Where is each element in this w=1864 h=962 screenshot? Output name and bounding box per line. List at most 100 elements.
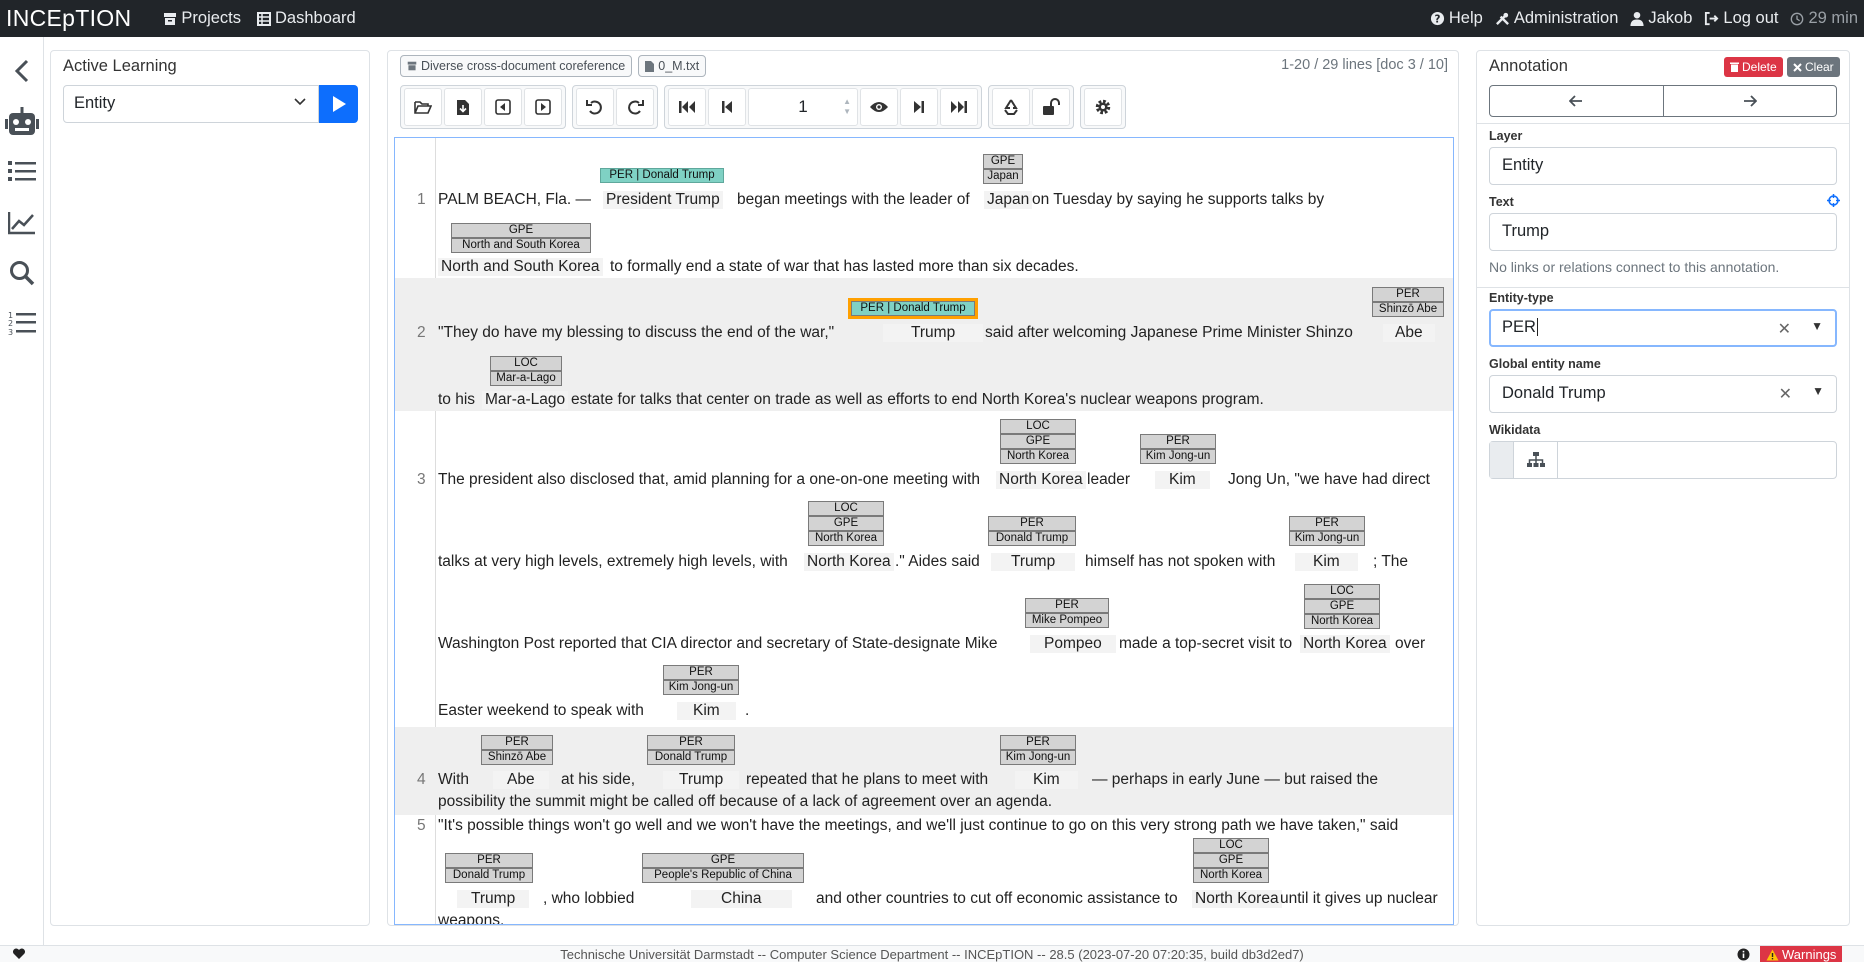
clear-entity-type-icon[interactable]: ✕ — [1778, 319, 1791, 339]
text-token[interactable]: began meetings with the leader of — [737, 191, 970, 209]
entity-name-label[interactable]: North Korea — [808, 531, 884, 546]
collapse-sidebar-button[interactable] — [6, 55, 38, 87]
entity-name-label[interactable]: Kim Jong-un — [663, 680, 739, 695]
entity-label[interactable]: PER | Donald Trump — [600, 168, 724, 183]
entity-type-label[interactable]: PER — [445, 853, 533, 868]
entity-name-label[interactable]: Mike Pompeo — [1025, 613, 1109, 628]
entity-type-label[interactable]: LOC — [1304, 584, 1380, 599]
annotation-editor[interactable]: 1 PER | Donald Trump GPE Japan PALM BEAC… — [394, 137, 1454, 925]
entity-type-input[interactable]: PER ✕ ▼ — [1489, 309, 1837, 347]
entity-type-label[interactable]: GPE — [1304, 599, 1380, 614]
entity-name-label[interactable]: Kim Jong-un — [1289, 531, 1365, 546]
entity-type-label[interactable]: PER — [1025, 598, 1109, 613]
warnings-button[interactable]: Warnings — [1760, 946, 1843, 962]
entity-span[interactable]: North Korea — [996, 471, 1086, 489]
previous-page-button[interactable] — [708, 88, 746, 126]
entity-span[interactable]: President Trump — [603, 191, 723, 209]
text-token[interactable]: over — [1395, 635, 1425, 653]
text-token[interactable]: leader — [1087, 471, 1130, 489]
entity-type-label[interactable]: PER — [647, 735, 735, 750]
text-token[interactable]: Easter weekend to speak with — [438, 702, 644, 720]
entity-name-label[interactable]: Donald Trump — [988, 531, 1076, 546]
entity-span[interactable]: China — [691, 890, 792, 908]
wikidata-browse-button[interactable] — [1514, 442, 1558, 478]
entity-name-label[interactable]: North Korea — [1193, 868, 1269, 883]
entity-type-label[interactable]: LOC — [808, 501, 884, 516]
entity-name-label[interactable]: North Korea — [1304, 614, 1380, 629]
entity-span[interactable]: Pompeo — [1030, 635, 1116, 653]
info-icon[interactable] — [1737, 948, 1750, 961]
text-token[interactable]: until it gives up nuclear — [1280, 890, 1438, 908]
nav-dashboard[interactable]: Dashboard — [257, 9, 356, 28]
start-learning-button[interactable] — [319, 85, 358, 123]
entity-span[interactable]: Abe — [493, 771, 549, 789]
nav-administration[interactable]: Administration — [1495, 9, 1618, 28]
entity-type-label[interactable]: GPE — [642, 853, 804, 868]
entity-span[interactable]: Trump — [883, 324, 984, 342]
entity-span[interactable]: North Korea — [1300, 635, 1390, 653]
entity-type-label[interactable]: PER — [1000, 735, 1076, 750]
settings-button[interactable] — [1084, 88, 1122, 126]
entity-type-label[interactable]: LOC — [1193, 838, 1269, 853]
previous-document-button[interactable] — [484, 88, 522, 126]
document-badge[interactable]: 0_M.txt — [638, 55, 707, 77]
open-document-button[interactable] — [404, 88, 442, 126]
entity-name-label[interactable]: Shinzō Abe — [481, 750, 553, 765]
text-token[interactable]: and other countries to cut off economic … — [816, 890, 1178, 908]
entity-type-label[interactable]: PER — [1372, 287, 1444, 302]
annotations-list-tab[interactable] — [6, 155, 38, 187]
entity-span[interactable]: Trump — [663, 771, 740, 789]
nav-projects[interactable]: Projects — [163, 9, 241, 28]
global-entity-name-input[interactable]: Donald Trump ✕ ▼ — [1489, 375, 1837, 413]
entity-name-label[interactable]: Donald Trump — [445, 868, 533, 883]
reset-document-button[interactable] — [992, 88, 1030, 126]
nav-help[interactable]: ? Help — [1430, 9, 1483, 28]
text-token[interactable]: . — [745, 702, 749, 720]
entity-span[interactable]: North and South Korea — [438, 258, 603, 276]
nav-user[interactable]: Jakob — [1630, 9, 1692, 28]
entity-name-label[interactable]: Japan — [983, 169, 1023, 184]
clear-global-name-icon[interactable]: ✕ — [1779, 384, 1792, 404]
entity-type-label[interactable]: GPE — [451, 223, 591, 238]
dropdown-caret-icon[interactable]: ▼ — [1812, 384, 1824, 398]
entity-type-label[interactable]: PER — [1140, 434, 1216, 449]
text-token[interactable]: repeated that he plans to meet with — [746, 771, 988, 789]
entity-name-label[interactable]: Shinzō Abe — [1372, 302, 1444, 317]
entity-span[interactable]: Japan — [984, 191, 1033, 209]
text-token[interactable]: "It's possible things won't go well and … — [438, 817, 1398, 835]
search-tab[interactable] — [6, 257, 38, 289]
text-token[interactable]: ; The — [1373, 553, 1408, 571]
text-token[interactable]: ." Aides said — [895, 553, 980, 571]
delete-annotation-button[interactable]: Delete — [1724, 57, 1783, 77]
entity-name-label[interactable]: Kim Jong-un — [1000, 750, 1076, 765]
next-document-button[interactable] — [524, 88, 562, 126]
page-number-input[interactable]: 1 ▲ ▼ — [748, 88, 858, 126]
entity-span[interactable]: Trump — [457, 890, 530, 908]
entity-type-label[interactable]: PER — [663, 665, 739, 680]
finish-document-button[interactable] — [1032, 88, 1070, 126]
text-token[interactable]: to formally end a state of war that has … — [610, 258, 1079, 276]
entity-span[interactable]: Mar-a-Lago — [482, 391, 569, 409]
last-page-button[interactable] — [940, 88, 978, 126]
wikidata-field[interactable] — [1489, 441, 1837, 479]
entity-span[interactable]: Kim — [1015, 771, 1078, 789]
entity-type-label[interactable]: LOC — [490, 356, 562, 371]
entity-name-label[interactable]: People's Republic of China — [642, 868, 804, 883]
entity-span[interactable]: North Korea — [1192, 890, 1282, 908]
text-token[interactable]: on Tuesday by saying he supports talks b… — [1032, 191, 1324, 209]
document-metadata-tab[interactable]: 123 — [6, 307, 38, 339]
entity-type-label[interactable]: PER — [481, 735, 553, 750]
dropdown-caret-icon[interactable]: ▼ — [1811, 319, 1823, 333]
text-token[interactable]: , who lobbied — [543, 890, 634, 908]
redo-button[interactable] — [616, 88, 654, 126]
entity-span[interactable]: Trump — [991, 553, 1076, 571]
entity-span[interactable]: Kim — [677, 702, 736, 720]
entity-span[interactable]: North Korea — [804, 553, 894, 571]
first-page-button[interactable] — [668, 88, 706, 126]
entity-type-label[interactable]: PER — [1289, 516, 1365, 531]
entity-span[interactable]: Abe — [1383, 324, 1435, 342]
learning-layer-select[interactable]: Entity — [63, 85, 319, 123]
entity-type-label[interactable]: GPE — [983, 154, 1023, 169]
text-token[interactable]: made a top-secret visit to — [1119, 635, 1292, 653]
text-token[interactable]: said after welcoming Japanese Prime Mini… — [985, 324, 1353, 342]
